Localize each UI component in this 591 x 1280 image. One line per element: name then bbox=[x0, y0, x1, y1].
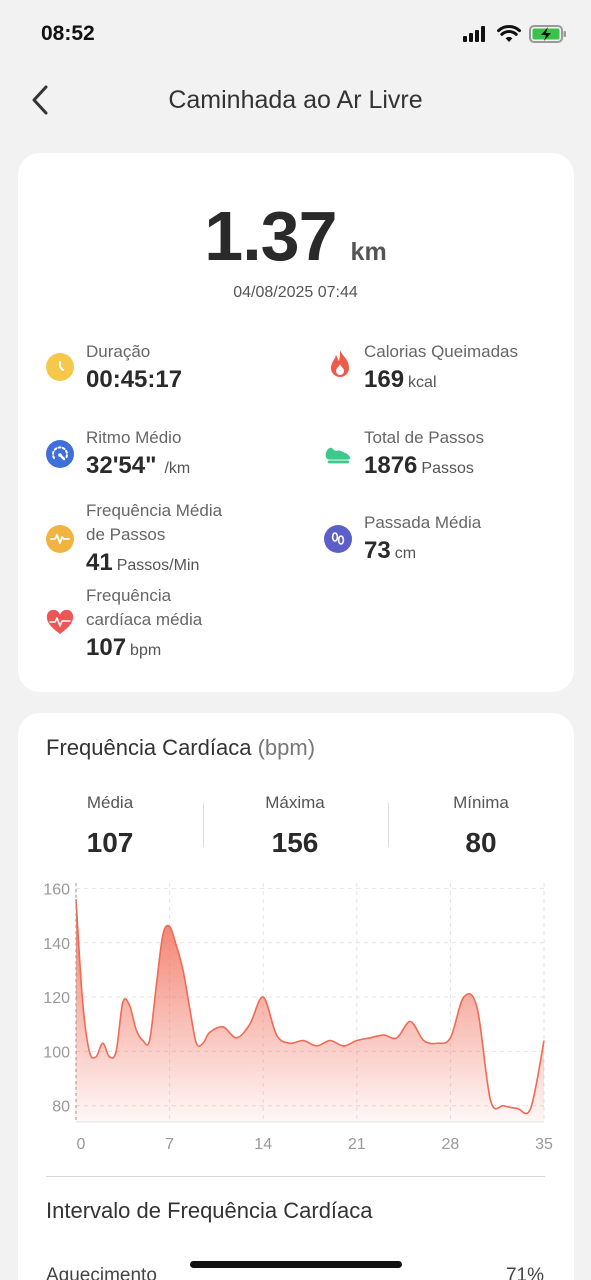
footprints-icon bbox=[324, 525, 352, 553]
hr-min-value: 80 bbox=[465, 827, 497, 858]
x-tick-label: 0 bbox=[77, 1136, 86, 1153]
pace-unit: /km bbox=[164, 460, 191, 477]
heart-rate-title-unit: (bpm) bbox=[257, 735, 316, 760]
stride-label: Passada Média bbox=[364, 513, 482, 532]
hr-range-label: Aquecimento bbox=[46, 1265, 157, 1280]
hr-min-label: Mínima bbox=[453, 793, 509, 812]
duration-label: Duração bbox=[86, 342, 151, 361]
hr-avg-label: Média bbox=[86, 793, 134, 812]
battery-charging-icon bbox=[529, 24, 567, 49]
distance-value: 1.37 bbox=[204, 197, 337, 275]
status-bar: 08:52 bbox=[0, 0, 591, 70]
stride-value: 73 bbox=[364, 537, 391, 564]
cadence-value: 41 bbox=[86, 549, 113, 576]
x-tick-label: 21 bbox=[348, 1136, 366, 1153]
x-tick-label: 28 bbox=[442, 1136, 460, 1153]
cadence-icon bbox=[46, 525, 74, 553]
steps-label: Total de Passos bbox=[364, 428, 485, 447]
pace-label: Ritmo Médio bbox=[86, 428, 182, 447]
heart-icon bbox=[46, 609, 74, 637]
x-tick-label: 35 bbox=[535, 1136, 553, 1153]
distance-display: 1.37 km bbox=[0, 196, 591, 276]
workout-datetime: 04/08/2025 07:44 bbox=[233, 284, 358, 301]
cadence-label-line2: de Passos bbox=[86, 525, 166, 544]
calories-value: 169 bbox=[364, 366, 405, 393]
hr-avg-value: 107 bbox=[86, 827, 134, 858]
steps-value: 1876 bbox=[364, 452, 418, 479]
stride-unit: cm bbox=[394, 545, 417, 562]
hr-avg: Média 107 bbox=[35, 793, 185, 859]
nav-bar: Caminhada ao Ar Livre bbox=[0, 70, 591, 132]
y-tick-label: 80 bbox=[52, 1099, 70, 1116]
duration-value: 00:45:17 bbox=[86, 366, 183, 393]
home-indicator[interactable] bbox=[190, 1261, 402, 1268]
wifi-icon bbox=[497, 25, 521, 48]
hr-max: Máxima 156 bbox=[220, 793, 370, 859]
heart-rate-area bbox=[76, 899, 544, 1122]
hr-range-percent: 71% bbox=[505, 1265, 544, 1280]
stat-divider bbox=[388, 803, 389, 847]
heart-rate-title-text: Frequência Cardíaca bbox=[46, 735, 252, 760]
clock-icon bbox=[46, 353, 74, 381]
x-tick-label: 14 bbox=[254, 1136, 272, 1153]
section-divider bbox=[46, 1176, 545, 1177]
y-tick-label: 160 bbox=[43, 881, 70, 898]
heart-rate-chart: 80 100 120 140 160 0 7 14 21 28 35 bbox=[30, 875, 560, 1160]
hr-value: 107 bbox=[86, 634, 127, 661]
hr-min: Mínima 80 bbox=[406, 793, 556, 859]
status-icons bbox=[463, 24, 567, 49]
hr-max-value: 156 bbox=[271, 827, 319, 858]
x-tick-label: 7 bbox=[165, 1136, 174, 1153]
heart-rate-title: Frequência Cardíaca (bpm) bbox=[46, 735, 315, 761]
calories-label: Calorias Queimadas bbox=[364, 342, 519, 361]
y-tick-label: 140 bbox=[43, 936, 70, 953]
heart-rate-chart-svg: 80 100 120 140 160 0 7 14 21 28 35 bbox=[43, 881, 553, 1153]
hr-range-title: Intervalo de Frequência Cardíaca bbox=[46, 1198, 373, 1223]
distance-unit: km bbox=[350, 238, 387, 266]
speedometer-icon bbox=[46, 440, 74, 468]
pace-value: 32'54" bbox=[86, 452, 157, 479]
stat-divider bbox=[203, 803, 204, 847]
y-tick-label: 120 bbox=[43, 990, 70, 1007]
flame-icon bbox=[326, 350, 354, 378]
hr-unit: bpm bbox=[130, 642, 162, 659]
cadence-unit: Passos/Min bbox=[116, 557, 200, 574]
cadence-label-line1: Frequência Média bbox=[86, 501, 223, 520]
y-tick-label: 100 bbox=[43, 1044, 70, 1061]
calories-unit: kcal bbox=[408, 374, 437, 391]
page-title: Caminhada ao Ar Livre bbox=[168, 86, 423, 114]
steps-unit: Passos bbox=[421, 460, 474, 477]
hr-max-label: Máxima bbox=[265, 793, 325, 812]
status-time: 08:52 bbox=[41, 22, 95, 45]
hr-label-line1: Frequência bbox=[86, 586, 172, 605]
hr-label-line2: cardíaca média bbox=[86, 610, 203, 629]
shoe-icon bbox=[324, 440, 352, 468]
cellular-signal-icon bbox=[463, 26, 489, 47]
